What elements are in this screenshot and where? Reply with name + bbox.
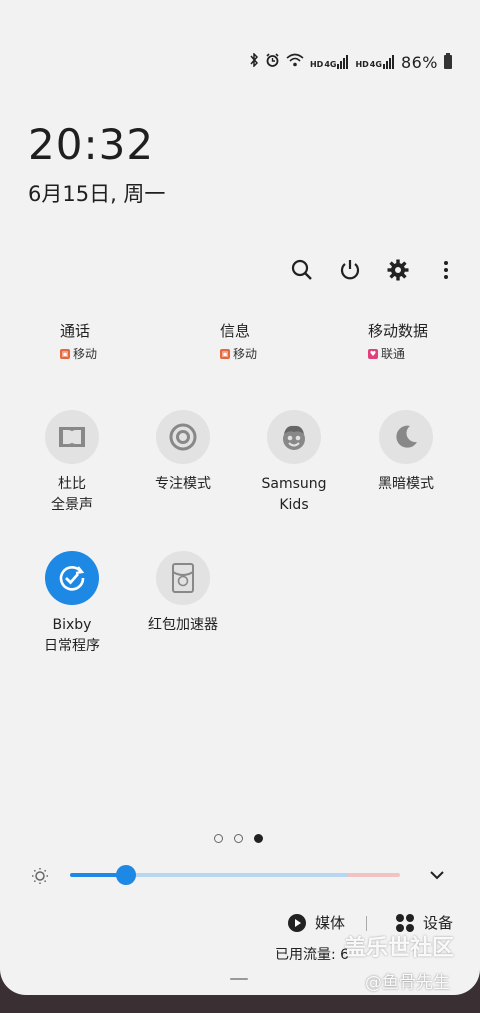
tile-bixby-routines[interactable]: Bixby 日常程序 <box>17 551 127 657</box>
alarm-icon <box>265 52 280 72</box>
sim-data-carrier: 联通 <box>381 347 406 361</box>
sim-message-label: 信息 <box>220 322 251 340</box>
battery-icon <box>444 53 452 69</box>
network-label: HD <box>309 60 324 69</box>
sim-call-carrier: 移动 <box>73 347 98 361</box>
sim-mobile-data[interactable]: 移动数据 ♥ 联通 <box>368 320 428 362</box>
brightness-icon <box>31 867 49 889</box>
sim-badge-icon: ♥ <box>368 348 378 359</box>
data-usage[interactable]: 已用流量: 6 <box>275 944 349 964</box>
wifi-icon <box>286 53 304 71</box>
watermark: 盖乐世社区 <box>344 936 455 961</box>
bluetooth-icon <box>249 52 259 71</box>
power-icon[interactable] <box>338 258 362 282</box>
divider <box>366 916 367 931</box>
media-label: 媒体 <box>315 914 346 932</box>
sim-badge-icon: ▣ <box>220 348 230 359</box>
sim-message[interactable]: 信息 ▣ 移动 <box>220 320 257 362</box>
watermark-author: @鱼骨先生 <box>365 973 450 993</box>
sim-badge-icon: ▣ <box>60 348 70 359</box>
brightness-slider-thumb[interactable] <box>116 865 137 885</box>
tile-red-envelope[interactable]: 红包加速器 <box>128 551 238 636</box>
dolby-icon <box>45 410 99 464</box>
settings-icon[interactable] <box>386 258 410 282</box>
tile-dolby-atmos[interactable]: 杜比 全景声 <box>17 410 127 516</box>
page-dot[interactable] <box>234 834 243 843</box>
tile-samsung-kids[interactable]: Samsung Kids <box>239 410 349 516</box>
brightness-control <box>0 860 480 890</box>
hd-4g-signal-icon: HD 4G <box>355 55 394 69</box>
tile-focus-mode[interactable]: 专注模式 <box>128 410 238 495</box>
tile-label: 黑暗模式 <box>378 476 434 492</box>
tile-label: Bixby 日常程序 <box>44 617 100 654</box>
page-dot-current[interactable] <box>254 834 263 843</box>
chevron-down-icon[interactable] <box>429 867 445 886</box>
bixby-routines-icon <box>45 551 99 605</box>
sim-call-label: 通话 <box>60 322 91 340</box>
play-icon <box>288 913 306 932</box>
tile-dark-mode[interactable]: 黑暗模式 <box>351 410 461 495</box>
media-button[interactable]: 媒体 <box>287 912 345 933</box>
status-bar: HD 4G HD 4G 86% <box>249 52 452 72</box>
quick-panel: HD 4G HD 4G 86% 20:32 6月15日, 周一 通话 ▣ 移动 … <box>0 0 480 995</box>
page-dot[interactable] <box>214 834 223 843</box>
network-label: 4G <box>369 60 382 69</box>
tile-label: 杜比 全景声 <box>51 476 93 513</box>
panel-actions <box>290 258 458 282</box>
panel-drag-handle[interactable] <box>230 978 248 980</box>
more-icon[interactable] <box>434 258 458 282</box>
search-icon[interactable] <box>290 258 314 282</box>
network-label: HD <box>355 60 369 69</box>
dark-mode-icon <box>379 410 433 464</box>
sim-message-carrier: 移动 <box>233 347 258 361</box>
samsung-kids-icon <box>267 410 321 464</box>
clock-date[interactable]: 6月15日, 周一 <box>28 178 165 208</box>
focus-mode-icon <box>156 410 210 464</box>
tile-label: 红包加速器 <box>148 617 218 633</box>
red-envelope-icon <box>156 551 210 605</box>
battery-percent: 86% <box>400 52 438 72</box>
clock-time[interactable]: 20:32 <box>28 120 154 169</box>
sim-preferences: 通话 ▣ 移动 信息 ▣ 移动 移动数据 ♥ 联通 <box>0 320 480 370</box>
tile-label: Samsung Kids <box>261 476 327 513</box>
sim-call[interactable]: 通话 ▣ 移动 <box>60 320 97 362</box>
hd-4g-signal-icon: HD 4G <box>310 55 349 69</box>
sim-data-label: 移动数据 <box>368 322 429 340</box>
page-indicator <box>214 834 263 843</box>
network-label: 4G <box>324 60 337 69</box>
tile-label: 专注模式 <box>155 476 211 492</box>
